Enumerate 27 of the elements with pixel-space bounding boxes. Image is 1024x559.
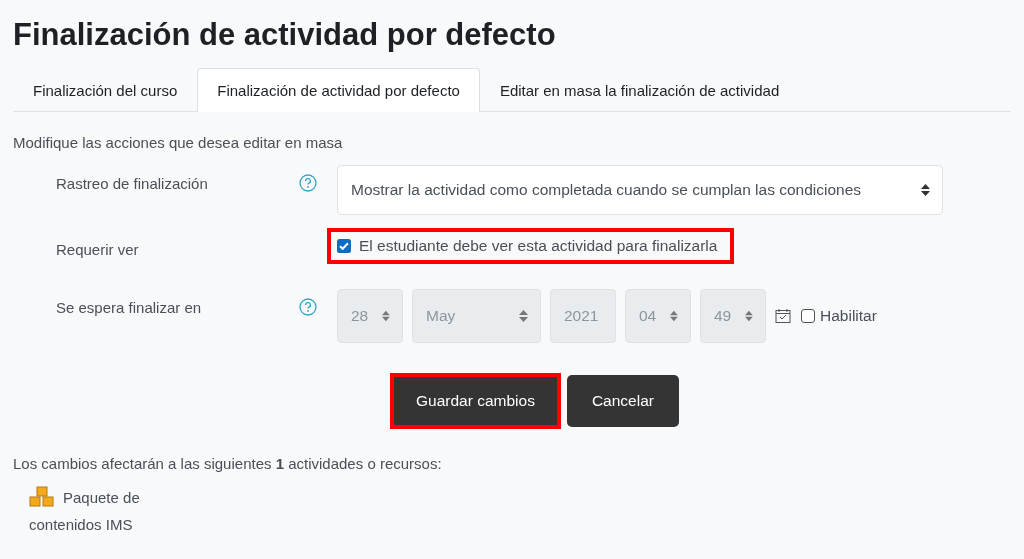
caret-icon <box>921 184 930 196</box>
tab[interactable]: Finalización del curso <box>13 68 198 112</box>
view-checkbox-row[interactable]: El estudiante debe ver esta actividad para finalizarla <box>327 228 735 264</box>
checkbox[interactable] <box>337 239 351 253</box>
page-title: Finalización de actividad por defecto <box>13 16 557 54</box>
checkbox-label: El estudiante debe ver esta actividad para finalizarla <box>359 237 718 255</box>
caret-icon <box>382 310 390 322</box>
cancel-button[interactable]: Cancelar <box>566 375 679 427</box>
resource-name[interactable]: Paquete de contenidos IMS <box>29 484 179 538</box>
completion-select[interactable]: Mostrar la actividad como completada cuando se cumplan las condiciones <box>337 165 943 215</box>
caret-icon <box>745 310 753 322</box>
calendar-icon[interactable] <box>775 307 792 325</box>
help-icon[interactable] <box>299 174 317 192</box>
boxes-icon <box>29 486 55 508</box>
tab[interactable]: Editar en masa la finalización de actividad <box>479 68 800 112</box>
help-icon[interactable] <box>299 298 317 316</box>
field-label: Requerir ver <box>55 240 140 258</box>
enable-label: Habilitar <box>820 307 877 325</box>
caret-icon <box>670 310 678 322</box>
caret-icon <box>519 310 528 322</box>
summary-text: Los cambios afectarán a las siguientes 1 actividades o recursos: <box>13 455 443 472</box>
save-button[interactable]: Guardar cambios <box>390 373 561 429</box>
checkbox[interactable] <box>801 309 815 323</box>
instructions-text: Modifique las acciones que desea editar en masa <box>13 134 344 151</box>
field-label: Rastreo de finalización <box>55 174 209 192</box>
field-label: Se espera finalizar en <box>55 298 203 316</box>
tab[interactable]: Finalización de actividad por defecto <box>197 68 480 112</box>
